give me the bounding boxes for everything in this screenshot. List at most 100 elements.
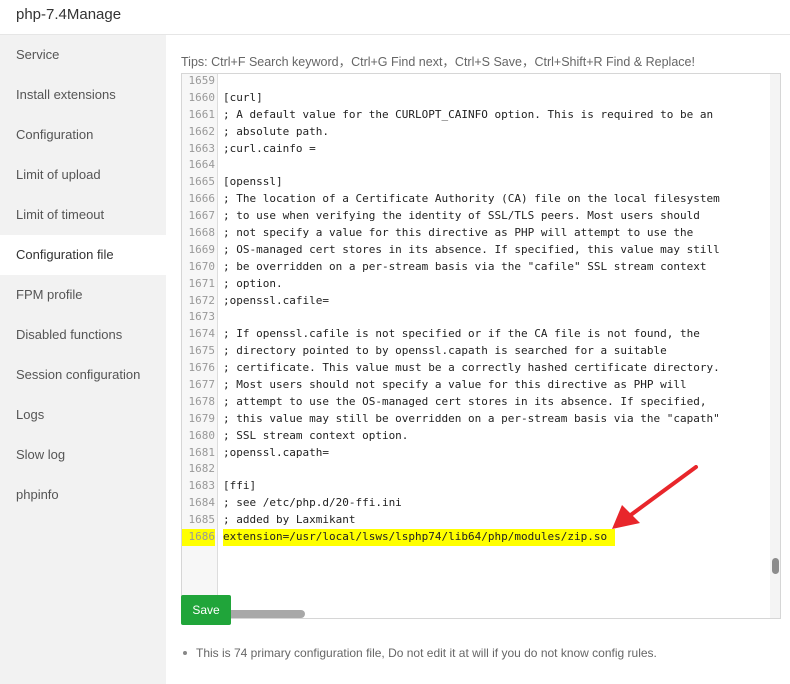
sidebar: Service Install extensions Configuration…: [0, 35, 166, 684]
code-line: 1673: [182, 309, 772, 326]
code-line: 1685 ; added by Laxmikant: [182, 512, 772, 529]
code-line: 1660 [curl]: [182, 90, 772, 107]
code-line: 1663 ;curl.cainfo =: [182, 141, 772, 158]
line-number: 1670: [188, 259, 216, 273]
line-text: ; attempt to use the OS-managed cert sto…: [223, 394, 707, 408]
sidebar-item-service[interactable]: Service: [0, 35, 166, 75]
line-text: ; this value may still be overridden on …: [223, 411, 720, 425]
line-text: ; directory pointed to by openssl.capath…: [223, 344, 667, 358]
sidebar-item-limit-of-timeout[interactable]: Limit of timeout: [0, 195, 166, 235]
line-text: ; see /etc/php.d/20-ffi.ini: [223, 496, 402, 510]
line-text: ; not specify a value for this directive…: [223, 226, 694, 240]
code-line: 1675 ; directory pointed to by openssl.ca…: [182, 343, 772, 360]
code-line: 1677 ; Most users should not specify a va…: [182, 377, 772, 394]
code-line: 1680 ; SSL stream context option.: [182, 428, 772, 445]
line-text: ; If openssl.cafile is not specified or …: [223, 327, 700, 341]
line-text: ; SSL stream context option.: [223, 428, 409, 442]
line-number: 1686: [182, 529, 215, 546]
sidebar-item-configuration[interactable]: Configuration: [0, 115, 166, 155]
line-number: 1676: [188, 361, 216, 375]
save-button[interactable]: Save: [181, 595, 231, 625]
window-title: php-7.4Manage: [16, 6, 122, 23]
line-text: ;openssl.cafile=: [223, 293, 329, 307]
line-number: 1664: [188, 158, 216, 172]
line-number: 1683: [188, 479, 216, 493]
line-text: ; certificate. This value must be a corr…: [223, 361, 720, 375]
line-text: ;curl.cainfo =: [223, 141, 316, 155]
line-number: 1663: [188, 141, 216, 155]
line-number: 1668: [188, 226, 216, 240]
line-number: 1672: [188, 293, 216, 307]
line-text: ; added by Laxmikant: [223, 513, 356, 527]
line-text: ; OS-managed cert stores in its absence.…: [223, 242, 720, 256]
sidebar-item-disabled-functions[interactable]: Disabled functions: [0, 315, 166, 355]
code-line: 1681 ;openssl.capath=: [182, 445, 772, 462]
code-line: 1668 ; not specify a value for this direc…: [182, 225, 772, 242]
code-line: 1665 [openssl]: [182, 174, 772, 191]
line-text: [curl]: [223, 90, 263, 104]
code-line: 1686 extension=/usr/local/lsws/lsphp74/li…: [182, 529, 772, 546]
code-line: 1683 [ffi]: [182, 478, 772, 495]
tips-text: Tips: Ctrl+F Search keyword，Ctrl+G Find …: [181, 55, 695, 69]
line-text: ; absolute path.: [223, 124, 329, 138]
sidebar-item-install-extensions[interactable]: Install extensions: [0, 75, 166, 115]
code-line: 1659: [182, 74, 772, 90]
horizontal-scrollbar[interactable]: [219, 610, 770, 618]
window-titlebar: php-7.4Manage: [0, 0, 790, 35]
bullet-icon: [183, 650, 187, 655]
line-number: 1661: [188, 107, 216, 121]
code-lines: 1659 1660 [curl] 1661 ; A default value for …: [182, 74, 772, 546]
code-line: 1662 ; absolute path.: [182, 124, 772, 141]
main-panel: Tips: Ctrl+F Search keyword，Ctrl+G Find …: [166, 35, 790, 684]
line-number: 1666: [188, 192, 216, 206]
line-number: 1678: [188, 394, 216, 408]
code-line: 1664: [182, 157, 772, 174]
code-line: 1669 ; OS-managed cert stores in its abse…: [182, 242, 772, 259]
line-number: 1685: [188, 513, 216, 527]
line-number: 1671: [188, 276, 216, 290]
code-line: 1674 ; If openssl.cafile is not specified…: [182, 326, 772, 343]
line-number: 1660: [188, 90, 216, 104]
code-line: 1667 ; to use when verifying the identity…: [182, 208, 772, 225]
line-text: [ffi]: [223, 479, 257, 493]
sidebar-item-limit-of-upload[interactable]: Limit of upload: [0, 155, 166, 195]
line-text: extension=/usr/local/lsws/lsphp74/lib64/…: [223, 529, 616, 546]
code-line: 1679 ; this value may still be overridden…: [182, 411, 772, 428]
sidebar-item-session-configuration[interactable]: Session configuration: [0, 355, 166, 395]
sidebar-item-logs[interactable]: Logs: [0, 395, 166, 435]
line-text: ;openssl.capath=: [223, 445, 329, 459]
line-number: 1662: [188, 124, 216, 138]
code-line: 1666 ; The location of a Certificate Auth…: [182, 191, 772, 208]
line-number: 1680: [188, 428, 216, 442]
code-line: 1678 ; attempt to use the OS-managed cert…: [182, 394, 772, 411]
code-line: 1682: [182, 461, 772, 478]
code-editor[interactable]: 1659 1660 [curl] 1661 ; A default value for …: [181, 73, 781, 619]
line-number: 1674: [188, 327, 216, 341]
line-text: ; be overridden on a per-stream basis vi…: [223, 259, 707, 273]
code-line: 1671 ; option.: [182, 276, 772, 293]
sidebar-item-configuration-file[interactable]: Configuration file: [0, 235, 166, 275]
line-number: 1684: [188, 496, 216, 510]
vertical-scrollbar[interactable]: [770, 74, 780, 618]
sidebar-item-fpm-profile[interactable]: FPM profile: [0, 275, 166, 315]
vertical-scroll-thumb[interactable]: [772, 558, 779, 574]
line-text: [openssl]: [223, 175, 283, 189]
line-number: 1669: [188, 242, 216, 256]
line-number: 1667: [188, 209, 216, 223]
line-number: 1675: [188, 344, 216, 358]
horizontal-scroll-thumb[interactable]: [219, 610, 305, 618]
line-number: 1665: [188, 175, 216, 189]
line-number: 1681: [188, 445, 216, 459]
line-number: 1679: [188, 411, 216, 425]
sidebar-item-phpinfo[interactable]: phpinfo: [0, 475, 166, 515]
code-line: 1684 ; see /etc/php.d/20-ffi.ini: [182, 495, 772, 512]
config-note-text: This is 74 primary configuration file, D…: [196, 646, 657, 660]
code-line: 1676 ; certificate. This value must be a …: [182, 360, 772, 377]
code-line: 1672 ;openssl.cafile=: [182, 293, 772, 310]
line-text: ; option.: [223, 276, 283, 290]
line-text: ; The location of a Certificate Authorit…: [223, 192, 720, 206]
line-text: ; A default value for the CURLOPT_CAINFO…: [223, 107, 714, 121]
sidebar-item-slow-log[interactable]: Slow log: [0, 435, 166, 475]
config-note: This is 74 primary configuration file, D…: [181, 646, 657, 660]
code-line: 1670 ; be overridden on a per-stream basi…: [182, 259, 772, 276]
